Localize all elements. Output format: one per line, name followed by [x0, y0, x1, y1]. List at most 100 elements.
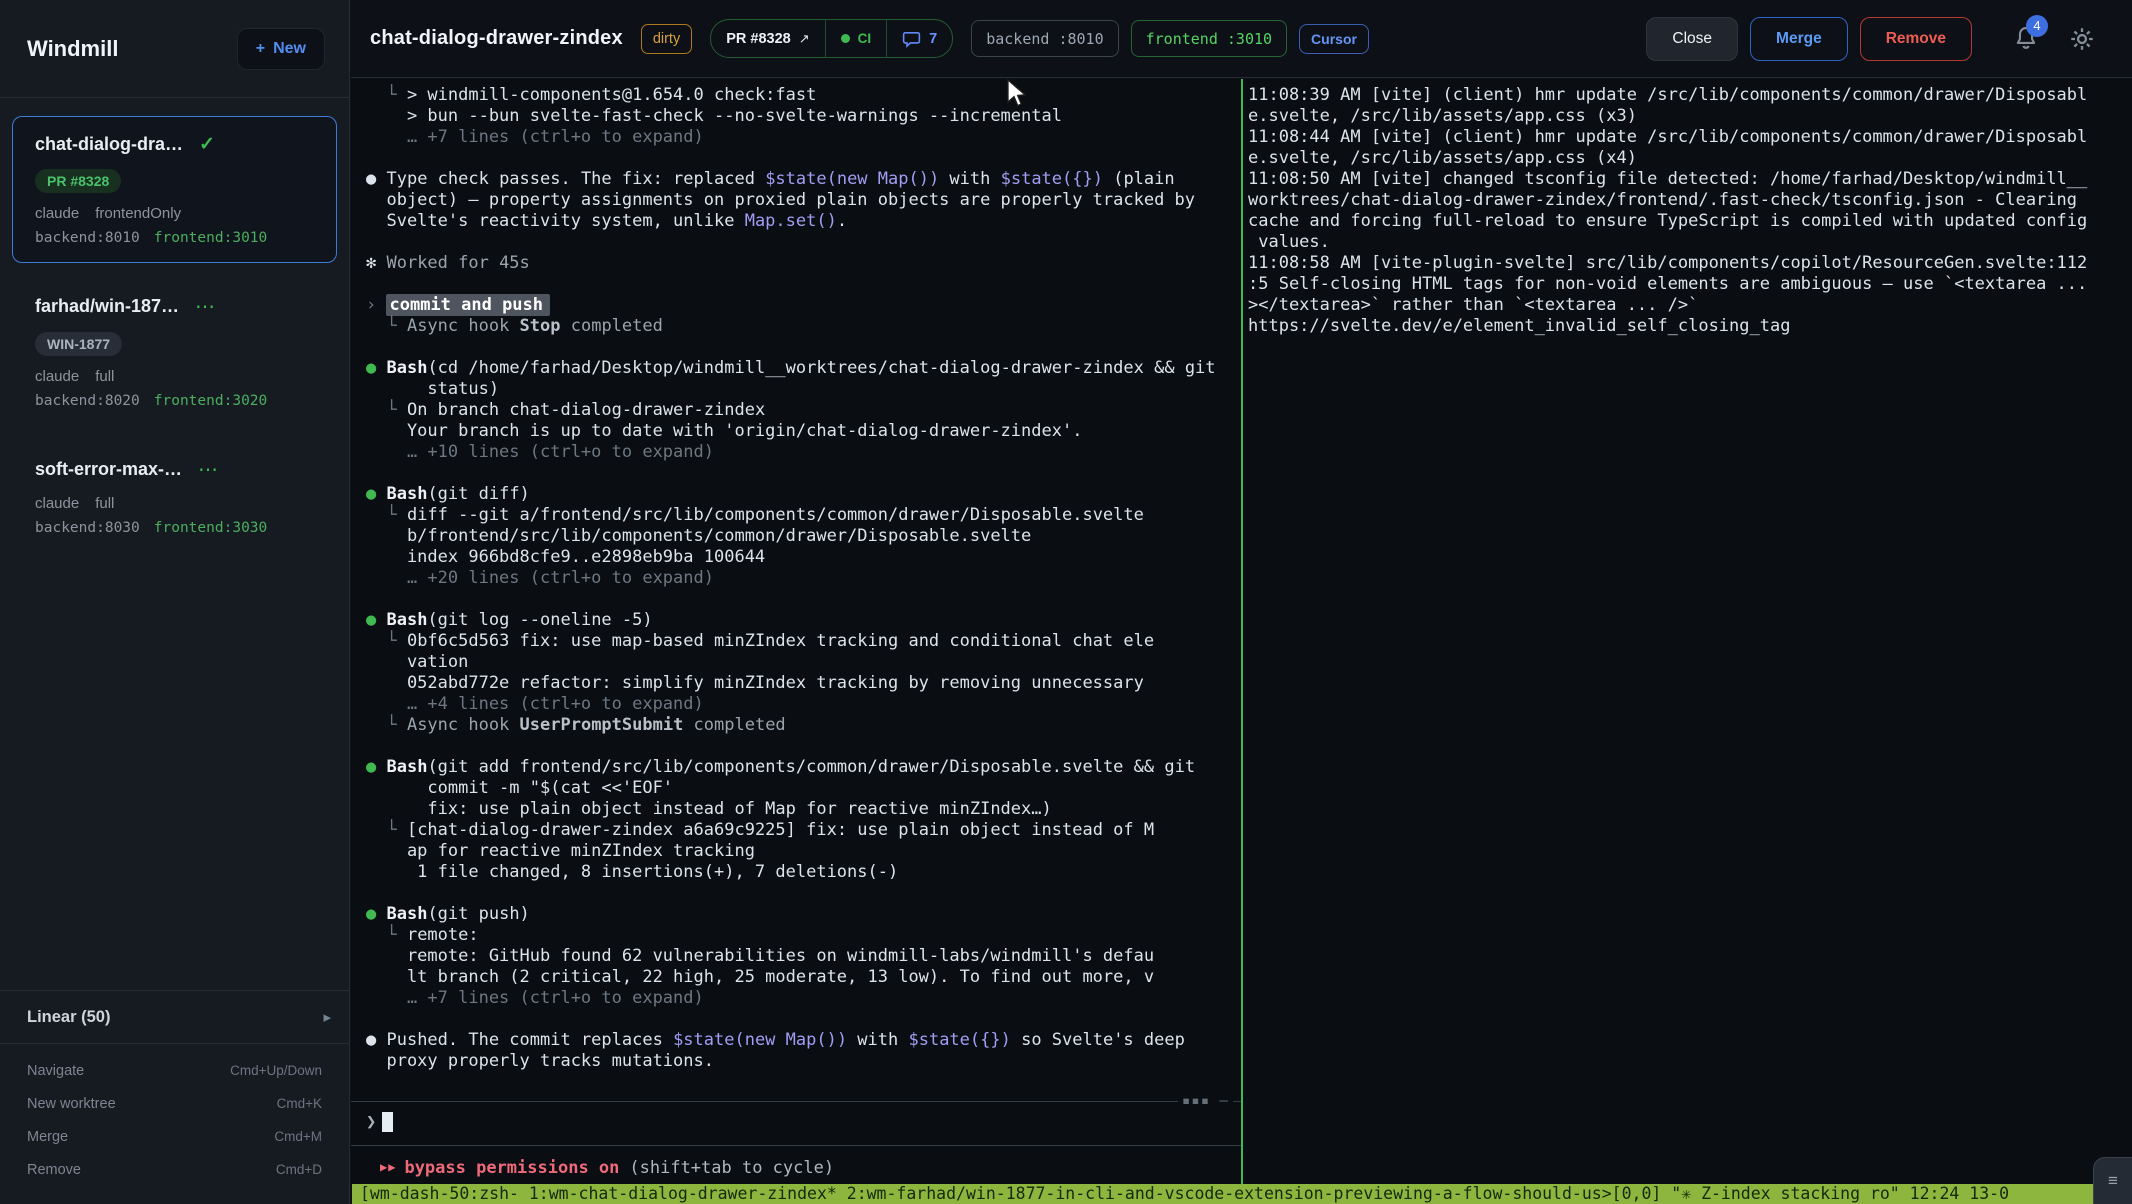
- chevron-right-icon: ▸: [323, 1008, 331, 1026]
- vite-log-pane: 11:08:39 AM [vite] (client) hmr update /…: [1244, 79, 2132, 1184]
- linear-label: Linear (50): [27, 1008, 110, 1027]
- terminal-line: └ Async hook UserPromptSubmit completed: [366, 715, 1241, 736]
- terminal-line: remote: GitHub found 62 vulnerabilities …: [366, 946, 1241, 967]
- external-link-icon: ↗: [799, 31, 810, 47]
- mode-label: frontendOnly: [95, 205, 181, 222]
- shortcut-label: Merge: [27, 1129, 68, 1145]
- terminal-line: … +7 lines (ctrl+o to expand): [366, 127, 1241, 148]
- terminal-line: ✻ Worked for 45s: [366, 253, 1241, 274]
- backend-port-badge[interactable]: backend :8010: [971, 20, 1118, 57]
- mode-label: full: [95, 495, 114, 512]
- terminal-line: ● Pushed. The commit replaces $state(new…: [366, 1030, 1241, 1051]
- sidebar: Windmill +New chat-dialog-dra…✓PR #8328c…: [0, 0, 350, 1204]
- worktree-meta: claude full: [35, 495, 314, 512]
- worktree-card[interactable]: farhad/win-187…⋯WIN-1877claudefullbacken…: [12, 277, 337, 426]
- vite-log-line: :5 Self-closing HTML tags for non-void e…: [1248, 274, 2132, 295]
- terminal-line: ● Bash(git add frontend/src/lib/componen…: [366, 757, 1241, 778]
- prompt-bottom-separator: [351, 1145, 1241, 1146]
- gear-icon: [2068, 25, 2096, 53]
- worktree-card[interactable]: chat-dialog-dra…✓PR #8328claudefrontendO…: [12, 116, 337, 263]
- terminal-line: [366, 1009, 1241, 1030]
- terminal-line: status): [366, 379, 1241, 400]
- terminal-line: [366, 274, 1241, 295]
- frontend-port-label: frontend:3020: [154, 393, 268, 409]
- cursor-open-button[interactable]: Cursor: [1299, 24, 1369, 54]
- vite-log-line: 11:08:44 AM [vite] (client) hmr update /…: [1248, 127, 2132, 148]
- frontend-port-label: frontend:3010: [154, 230, 268, 246]
- worktree-card[interactable]: soft-error-max-… ⋯ claude full backend:8030f…: [12, 440, 337, 553]
- terminal-line: └ On branch chat-dialog-drawer-zindex: [366, 400, 1241, 421]
- worktree-meta: claude full: [35, 368, 314, 385]
- merge-button[interactable]: Merge: [1750, 17, 1848, 61]
- backend-port-label: backend:8020: [35, 393, 140, 409]
- frontend-port-badge[interactable]: frontend :3010: [1131, 20, 1287, 57]
- terminal-area: └ > windmill-components@1.654.0 check:fa…: [351, 79, 2132, 1184]
- sidebar-header: Windmill +New: [0, 0, 349, 98]
- terminal-line: … +20 lines (ctrl+o to expand): [366, 568, 1241, 589]
- terminal-line: … +4 lines (ctrl+o to expand): [366, 694, 1241, 715]
- terminal-line: > bun --bun svelte-fast-check --no-svelt…: [366, 106, 1241, 127]
- vite-log-line: 11:08:39 AM [vite] (client) hmr update /…: [1248, 85, 2132, 106]
- pane-divider[interactable]: [1241, 79, 1243, 1184]
- vite-log-line: worktrees/chat-dialog-drawer-zindex/fron…: [1248, 190, 2132, 211]
- terminal-line: [366, 883, 1241, 904]
- claude-terminal-output: └ > windmill-components@1.654.0 check:fa…: [351, 79, 1241, 1072]
- vite-log-line: https://svelte.dev/e/element_invalid_sel…: [1248, 316, 2132, 337]
- sidebar-section-linear[interactable]: Linear (50) ▸: [0, 990, 349, 1044]
- double-arrow-icon: ▶▶: [380, 1160, 396, 1174]
- overlay-control[interactable]: ≡: [2093, 1157, 2132, 1204]
- overflow-menu-icon[interactable]: ⋯: [195, 294, 217, 319]
- terminal-line: ap for reactive minZIndex tracking: [366, 841, 1241, 862]
- tmux-status-bar: [wm-dash-50:zsh- 1:wm-chat-dialog-drawer…: [352, 1184, 2132, 1204]
- vite-log-line: cache and forcing full-reload to ensure …: [1248, 211, 2132, 232]
- claude-prompt-input[interactable]: ❯: [366, 1112, 393, 1132]
- worktree-ports: backend:8030frontend:3030: [35, 520, 314, 536]
- worktree-badge-row: WIN-1877: [35, 332, 314, 368]
- ci-label: CI: [858, 31, 872, 46]
- ci-status-dot-icon: [841, 34, 850, 43]
- agent-label: claude: [35, 495, 79, 512]
- shortcut-row[interactable]: RemoveCmd+D: [0, 1153, 349, 1186]
- worktree-title-row: soft-error-max-… ⋯: [35, 457, 314, 482]
- shortcut-row[interactable]: New worktreeCmd+K: [0, 1087, 349, 1120]
- backend-port-label: backend:8030: [35, 520, 140, 536]
- bypass-permissions-label: bypass permissions on: [404, 1158, 619, 1178]
- vite-log-line: ></textarea>` rather than `<textarea ...…: [1248, 295, 2132, 316]
- worktree-ports: backend:8020 frontend:3020: [35, 393, 314, 409]
- terminal-line: └ remote:: [366, 925, 1241, 946]
- pr-comments[interactable]: 7: [886, 20, 952, 57]
- worktree-list: chat-dialog-dra…✓PR #8328claudefrontendO…: [0, 98, 349, 585]
- agent-label: claude: [35, 368, 79, 385]
- worktree-badge: WIN-1877: [35, 332, 122, 356]
- close-button[interactable]: Close: [1646, 17, 1738, 61]
- notification-count-badge: 4: [2026, 15, 2048, 37]
- claude-terminal-pane: └ > windmill-components@1.654.0 check:fa…: [351, 79, 1241, 1184]
- dirty-status-badge: dirty: [641, 24, 692, 54]
- terminal-line: ● Type check passes. The fix: replaced $…: [366, 169, 1241, 190]
- mode-label: full: [95, 368, 114, 385]
- new-worktree-button[interactable]: +New: [237, 28, 325, 70]
- notifications-button[interactable]: 4: [2012, 23, 2042, 55]
- pr-link[interactable]: PR #8328 ↗: [711, 20, 824, 57]
- terminal-line: commit -m "$(cat <<'EOF': [366, 778, 1241, 799]
- terminal-line: fix: use plain object instead of Map for…: [366, 799, 1241, 820]
- comment-bubble-icon: [902, 30, 921, 48]
- terminal-line: b/frontend/src/lib/components/common/dra…: [366, 526, 1241, 547]
- settings-button[interactable]: [2068, 25, 2096, 53]
- ci-status[interactable]: CI: [825, 20, 887, 57]
- terminal-line: object) — property assignments on proxie…: [366, 190, 1241, 211]
- shortcut-row[interactable]: Merge Cmd+M: [0, 1120, 349, 1153]
- terminal-line: └ diff --git a/frontend/src/lib/componen…: [366, 505, 1241, 526]
- shortcut-keys: Cmd+M: [274, 1129, 322, 1144]
- vite-log-line: 11:08:50 AM [vite] changed tsconfig file…: [1248, 169, 2132, 190]
- worktree-title: soft-error-max-…: [35, 459, 182, 480]
- terminal-line: [366, 232, 1241, 253]
- expand-handle-icon[interactable]: ▪▪▪ –: [1178, 1093, 1233, 1109]
- terminal-line: … +10 lines (ctrl+o to expand): [366, 442, 1241, 463]
- overflow-menu-icon[interactable]: ⋯: [198, 457, 220, 482]
- shortcut-row[interactable]: NavigateCmd+Up/Down: [0, 1054, 349, 1087]
- worktree-title: chat-dialog-dra…: [35, 134, 183, 155]
- remove-button[interactable]: Remove: [1860, 17, 1972, 61]
- terminal-line: ● Bash(git log --oneline -5): [366, 610, 1241, 631]
- shortcut-keys: Cmd+D: [276, 1162, 322, 1177]
